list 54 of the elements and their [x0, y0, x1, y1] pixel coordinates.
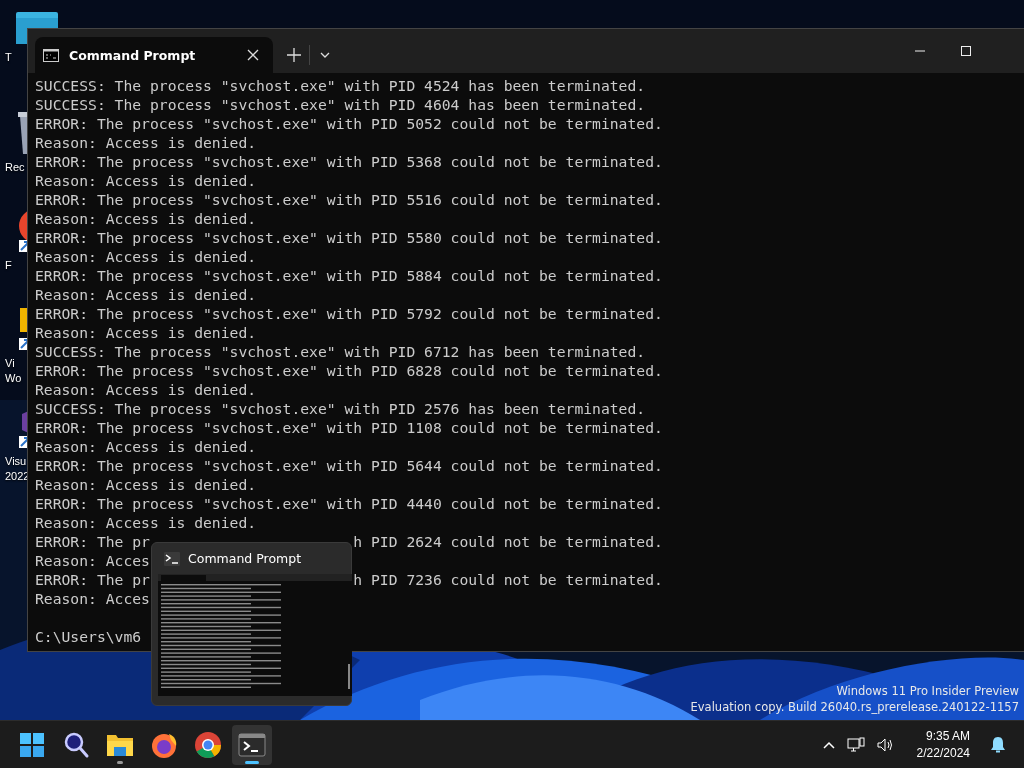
icon-label: Rec	[5, 160, 25, 175]
terminal-line: Reason: Access is denied.	[35, 209, 257, 228]
maximize-icon	[961, 46, 971, 56]
icon-label: 2022	[5, 469, 30, 484]
terminal-line: Reason: Access is denied.	[35, 323, 257, 342]
icon-label: F	[5, 258, 13, 273]
taskbar-app[interactable]	[232, 724, 272, 765]
terminal-line: ERROR: The process "svchost.exe" with PID 5644 could not be terminated.	[35, 456, 663, 475]
terminal-line: SUCCESS: The process "svchost.exe" with PID 6712 has been terminated.	[35, 342, 646, 361]
minimize-icon	[915, 50, 925, 52]
terminal-line: ERROR: The pr	[35, 533, 150, 550]
terminal-line: Reason: Acces	[35, 589, 150, 608]
terminal-line: SUCCESS: The process "svchost.exe" with PID 4604 has been terminated.	[35, 95, 646, 114]
window-preview[interactable]: Command Prompt	[151, 542, 352, 706]
icon-label: Vi	[5, 356, 16, 371]
os-notice-text: Windows 11 Pro Insider Preview	[836, 683, 1019, 699]
icon-label: T	[5, 50, 13, 65]
terminal-line: h PID 7236 could not be terminated.	[353, 570, 663, 589]
plus-icon	[287, 48, 301, 62]
terminal-line: ERROR: The process "svchost.exe" with PID 5516 could not be terminated.	[35, 190, 663, 209]
terminal-line: Reason: Access is denied.	[35, 475, 257, 494]
terminal-line: Reason: Access is denied.	[35, 285, 257, 304]
terminal-line: ERROR: The process "svchost.exe" with PID 6828 could not be terminated.	[35, 361, 663, 380]
preview-title: Command Prompt	[188, 551, 302, 566]
terminal-line: Reason: Access is denied.	[35, 133, 257, 152]
icon-label: Wo	[5, 371, 22, 386]
terminal-line: ERROR: The process "svchost.exe" with PID 4440 could not be terminated.	[35, 494, 663, 513]
terminal-line: Reason: Access is denied.	[35, 380, 257, 399]
terminal-line: ERROR: The process "svchost.exe" with PID 5580 could not be terminated.	[35, 228, 663, 247]
os-notice-text: Evaluation copy. Build 26040.rs_prerelease.240122-1157	[690, 699, 1019, 715]
close-icon[interactable]	[247, 49, 259, 61]
command-prompt: C:\Users\vm6	[35, 627, 142, 646]
terminal-icon	[43, 48, 59, 62]
terminal-line: Reason: Access is denied.	[35, 247, 257, 266]
terminal-line: ERROR: The process "svchost.exe" with PID 5368 could not be terminated.	[35, 152, 663, 171]
terminal-icon	[164, 551, 180, 566]
terminal-line: SUCCESS: The process "svchost.exe" with PID 4524 has been terminated.	[35, 76, 646, 95]
terminal-line: SUCCESS: The process "svchost.exe" with PID 2576 has been terminated.	[35, 399, 646, 418]
terminal-line: Reason: Access is denied.	[35, 171, 257, 190]
terminal-line: Reason: Acces	[35, 551, 150, 570]
icon-label: Visu	[5, 454, 28, 469]
chevron-down-icon	[320, 52, 330, 58]
terminal-line: ERROR: The process "svchost.exe" with PID 5792 could not be terminated.	[35, 304, 663, 323]
terminal-line: h PID 2624 could not be terminated.	[353, 532, 663, 551]
terminal-line: ERROR: The pr	[35, 571, 150, 588]
terminal-line: ERROR: The process "svchost.exe" with PID 1108 could not be terminated.	[35, 418, 663, 437]
terminal-line: ERROR: The process "svchost.exe" with PID 5052 could not be terminated.	[35, 114, 663, 133]
terminal-line: Reason: Access is denied.	[35, 437, 257, 456]
terminal-line: Reason: Access is denied.	[35, 513, 257, 532]
chevron-up-icon	[822, 740, 835, 749]
clock[interactable]: 9:35 AM 2/22/2024	[912, 723, 974, 766]
browser-icon	[193, 729, 223, 760]
terminal-line: ERROR: The process "svchost.exe" with PID 5884 could not be terminated.	[35, 266, 663, 285]
terminal-tab[interactable]: Command Prompt	[35, 37, 273, 73]
